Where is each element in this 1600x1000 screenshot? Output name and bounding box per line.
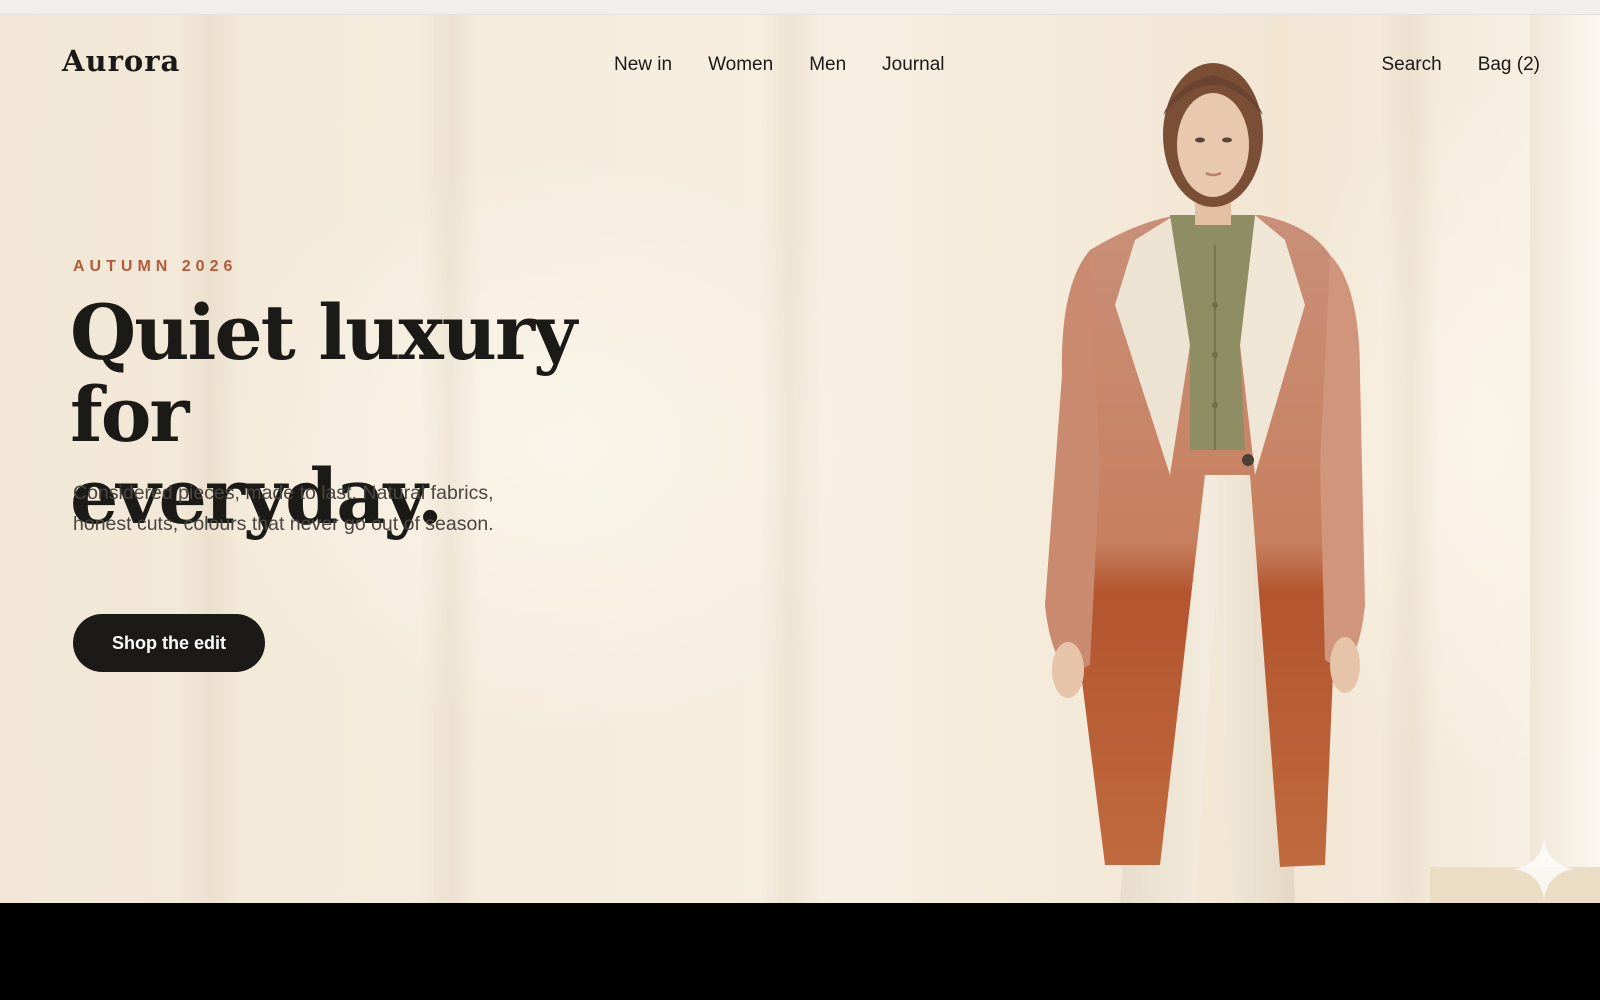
sparkle-icon <box>1514 839 1574 899</box>
bag-link[interactable]: Bag (2) <box>1478 54 1540 76</box>
shop-the-edit-button[interactable]: Shop the edit <box>73 614 265 672</box>
search-link[interactable]: Search <box>1381 54 1441 76</box>
season-eyebrow: AUTUMN 2026 <box>73 258 238 275</box>
model-in-ombre-coat-image <box>1045 63 1365 903</box>
curtain-fold <box>760 15 820 903</box>
window-light <box>1530 15 1600 903</box>
primary-nav: New in Women Men Journal <box>614 54 945 76</box>
utility-nav: Search Bag (2) <box>1381 54 1540 76</box>
nav-link-men[interactable]: Men <box>809 54 846 76</box>
nav-link-journal[interactable]: Journal <box>882 54 944 76</box>
headline-line-1: Quiet luxury for <box>70 288 577 459</box>
hero-subcopy: Considered pieces, made to last. Natural… <box>73 482 494 535</box>
nav-link-women[interactable]: Women <box>708 54 773 76</box>
browser-top-strip <box>0 0 1600 15</box>
brand-logo[interactable]: Aurora <box>62 44 180 78</box>
nav-link-new-in[interactable]: New in <box>614 54 672 76</box>
